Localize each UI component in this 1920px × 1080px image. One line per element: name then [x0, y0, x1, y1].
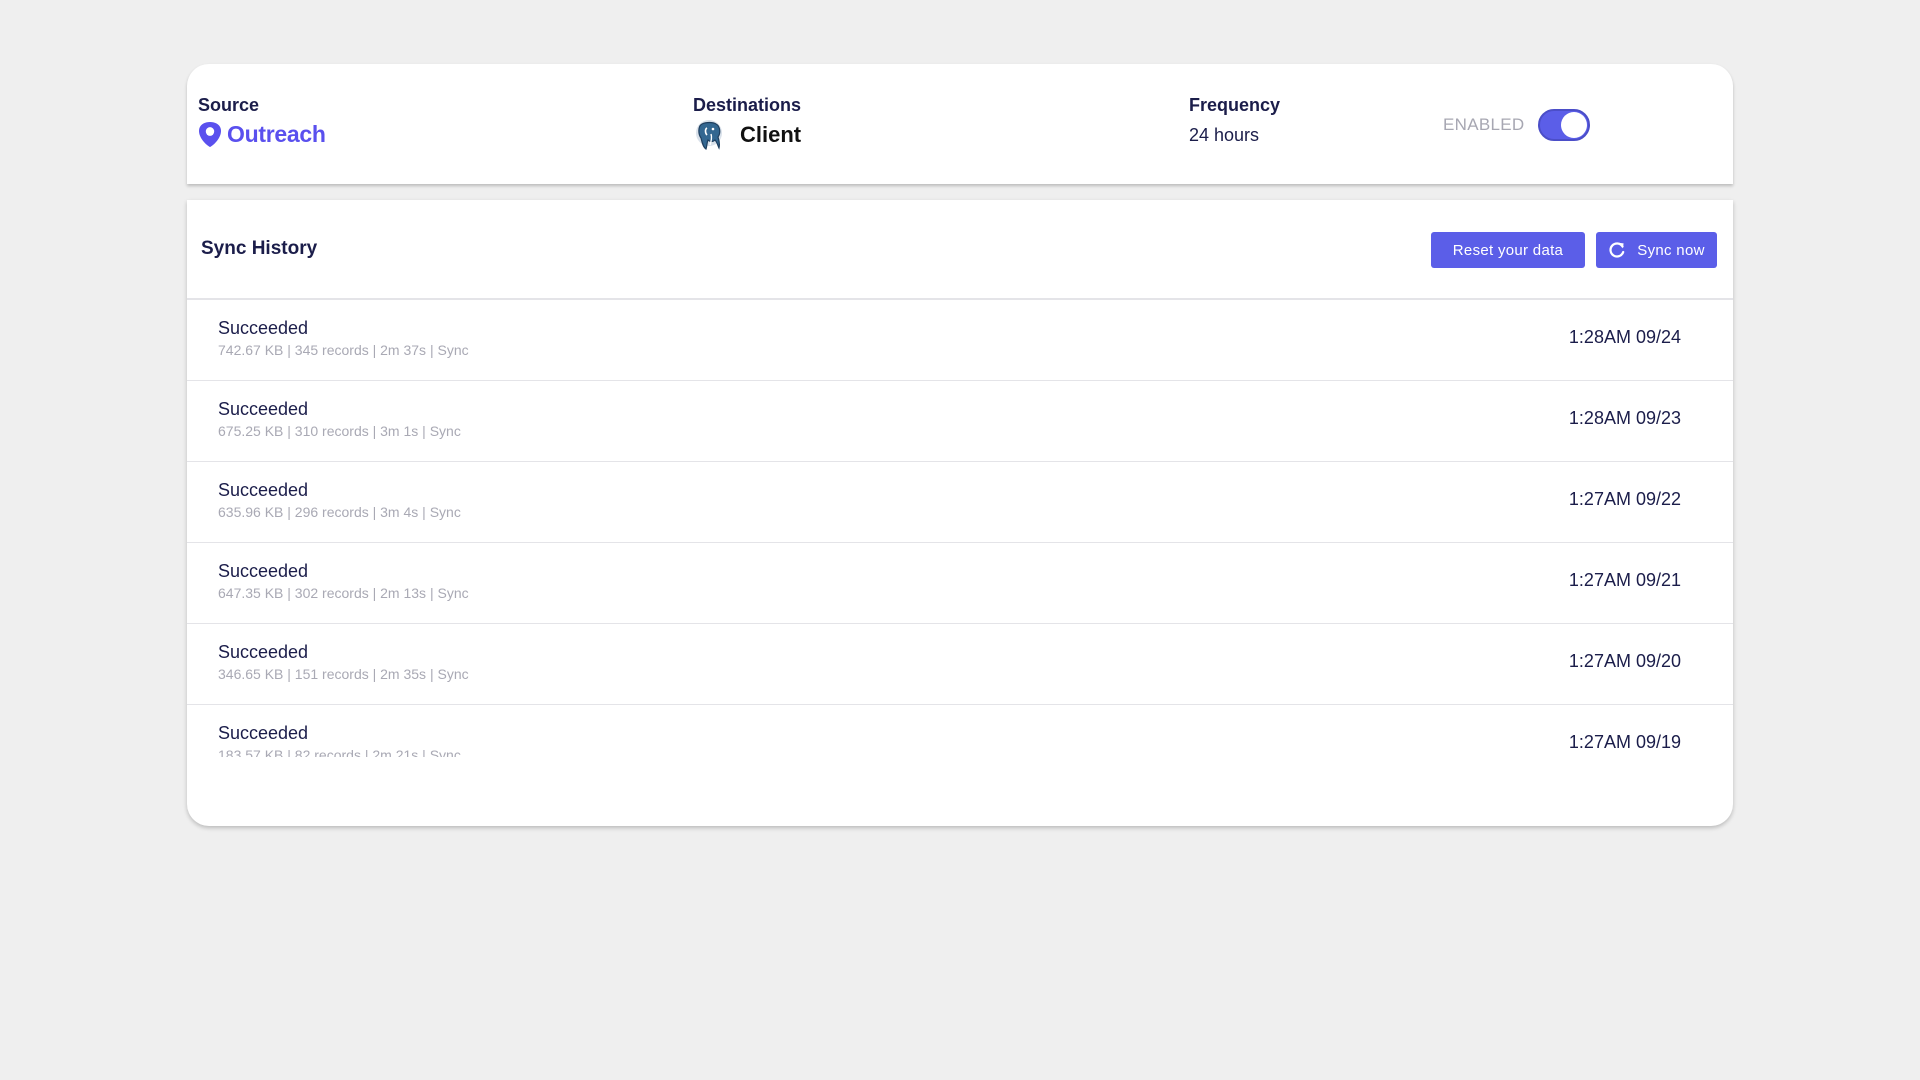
sync-now-label: Sync now — [1637, 241, 1705, 259]
destination-connector[interactable]: Client — [693, 118, 801, 152]
row-status: Succeeded — [218, 318, 309, 338]
reset-data-button[interactable]: Reset your data — [1431, 232, 1585, 268]
source-section: Source Outreach — [198, 94, 326, 150]
sync-history-row[interactable]: Succeeded 675.25 KB | 310 records | 3m 1… — [187, 381, 1733, 462]
row-time: 1:28AM 09/24 — [1568, 327, 1681, 347]
row-status: Succeeded — [218, 480, 309, 500]
sync-history-header: Sync History Reset your data Sync now — [187, 200, 1733, 300]
sync-history-list[interactable]: Succeeded 742.67 KB | 345 records | 2m 3… — [187, 300, 1733, 758]
row-meta: 183.57 KB | 82 records | 2m 21s | Sync — [218, 747, 461, 757]
row-meta: 346.65 KB | 151 records | 2m 35s | Sync — [218, 666, 469, 682]
row-time: 1:27AM 09/20 — [1568, 651, 1681, 671]
sync-history-row[interactable]: Succeeded 742.67 KB | 345 records | 2m 3… — [187, 300, 1733, 381]
row-time: 1:27AM 09/19 — [1568, 732, 1681, 752]
sync-history-row[interactable]: Succeeded 183.57 KB | 82 records | 2m 21… — [187, 705, 1733, 758]
toggle-knob — [1561, 112, 1588, 138]
source-connector[interactable]: Outreach — [198, 118, 326, 150]
row-time: 1:27AM 09/22 — [1568, 489, 1681, 509]
row-meta: 675.25 KB | 310 records | 3m 1s | Sync — [218, 423, 461, 439]
sync-history-row[interactable]: Succeeded 647.35 KB | 302 records | 2m 1… — [187, 543, 1733, 624]
destinations-section: Destinations Client — [693, 94, 801, 152]
refresh-icon — [1609, 242, 1625, 258]
sync-history-title: Sync History — [201, 238, 318, 259]
row-status: Succeeded — [218, 561, 309, 581]
enabled-toggle[interactable] — [1538, 109, 1591, 141]
outreach-logo-icon — [199, 121, 221, 147]
frequency-section: Frequency 24 hours — [1189, 94, 1280, 146]
frequency-value: 24 hours — [1189, 125, 1260, 145]
sync-history-card: Sync History Reset your data Sync now Su… — [187, 200, 1733, 826]
sync-now-button[interactable]: Sync now — [1596, 232, 1717, 268]
destination-name: Client — [740, 122, 802, 147]
row-time: 1:28AM 09/23 — [1568, 408, 1681, 428]
sync-history-row[interactable]: Succeeded 346.65 KB | 151 records | 2m 3… — [187, 624, 1733, 705]
enabled-control: ENABLED — [1443, 109, 1591, 141]
row-status: Succeeded — [218, 399, 309, 419]
sync-history-row[interactable]: Succeeded 635.96 KB | 296 records | 3m 4… — [187, 462, 1733, 543]
connection-card: Source Outreach Destinations Client Freq… — [187, 64, 1733, 184]
row-status: Succeeded — [218, 723, 309, 743]
source-name: Outreach — [227, 120, 326, 147]
destinations-label: Destinations — [693, 95, 802, 115]
frequency-label: Frequency — [1189, 95, 1281, 115]
row-status: Succeeded — [218, 642, 309, 662]
enabled-label: ENABLED — [1443, 115, 1525, 134]
row-meta: 635.96 KB | 296 records | 3m 4s | Sync — [218, 504, 461, 520]
postgres-elephant-icon — [696, 120, 722, 150]
source-label: Source — [198, 95, 260, 115]
row-time: 1:27AM 09/21 — [1568, 570, 1681, 590]
row-meta: 647.35 KB | 302 records | 2m 13s | Sync — [218, 585, 469, 601]
row-meta: 742.67 KB | 345 records | 2m 37s | Sync — [218, 342, 469, 358]
reset-data-label: Reset your data — [1452, 241, 1564, 259]
